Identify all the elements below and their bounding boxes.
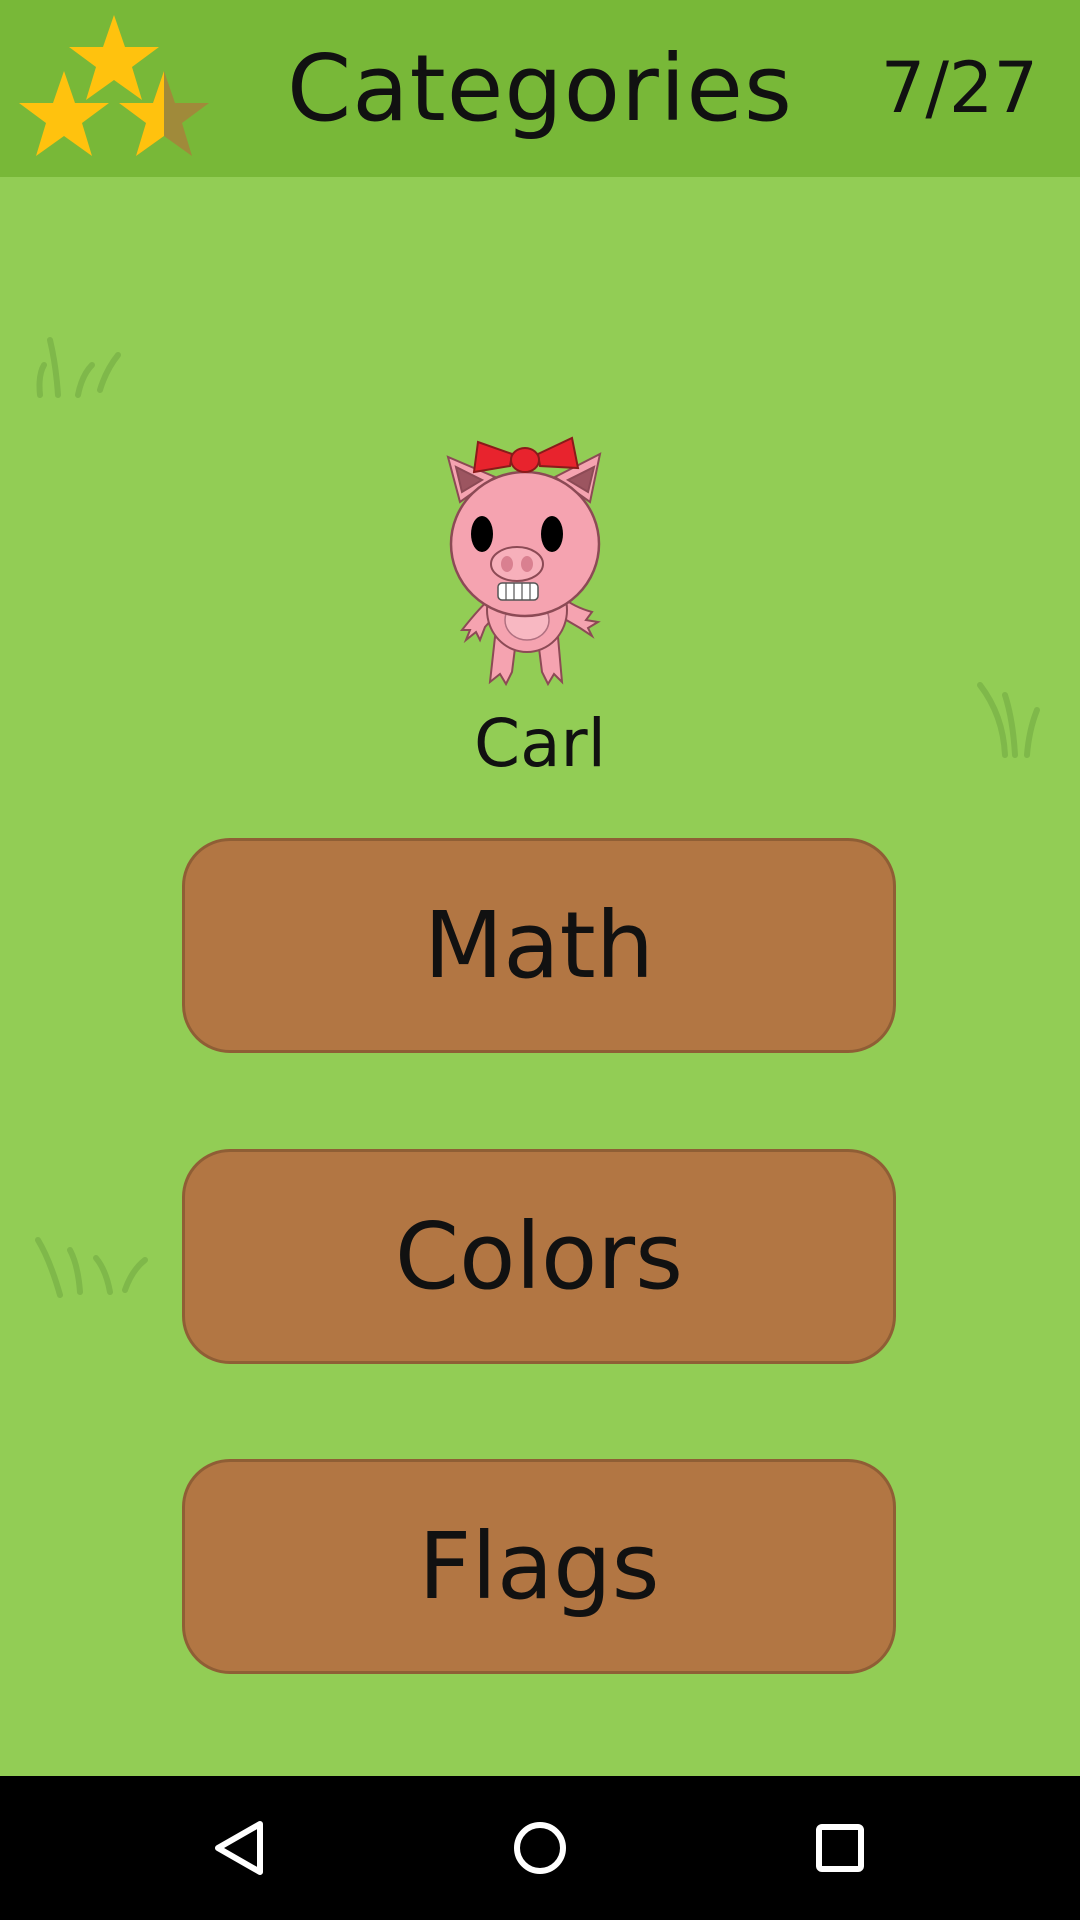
grass-tuft-icon <box>35 1237 148 1298</box>
home-circle-icon <box>514 1822 566 1874</box>
categories-screen: Categories 7/27 Carl Math Colors Flags <box>0 0 1080 1920</box>
pig-with-bow-icon <box>446 436 602 687</box>
home-button[interactable] <box>488 1796 592 1900</box>
progress-counter: 7/27 <box>880 47 1038 129</box>
math-category-button[interactable]: Math <box>182 838 896 1053</box>
grass-tuft-icon <box>36 337 121 398</box>
recents-square-icon <box>816 1824 864 1872</box>
recents-button[interactable] <box>788 1796 892 1900</box>
header-bar: Categories 7/27 <box>0 0 1080 177</box>
character-name: Carl <box>474 705 606 782</box>
colors-category-button[interactable]: Colors <box>182 1149 896 1364</box>
back-triangle-icon <box>215 1821 263 1875</box>
flags-category-button[interactable]: Flags <box>182 1459 896 1674</box>
back-button[interactable] <box>188 1796 292 1900</box>
system-nav-bar <box>0 1776 1080 1920</box>
